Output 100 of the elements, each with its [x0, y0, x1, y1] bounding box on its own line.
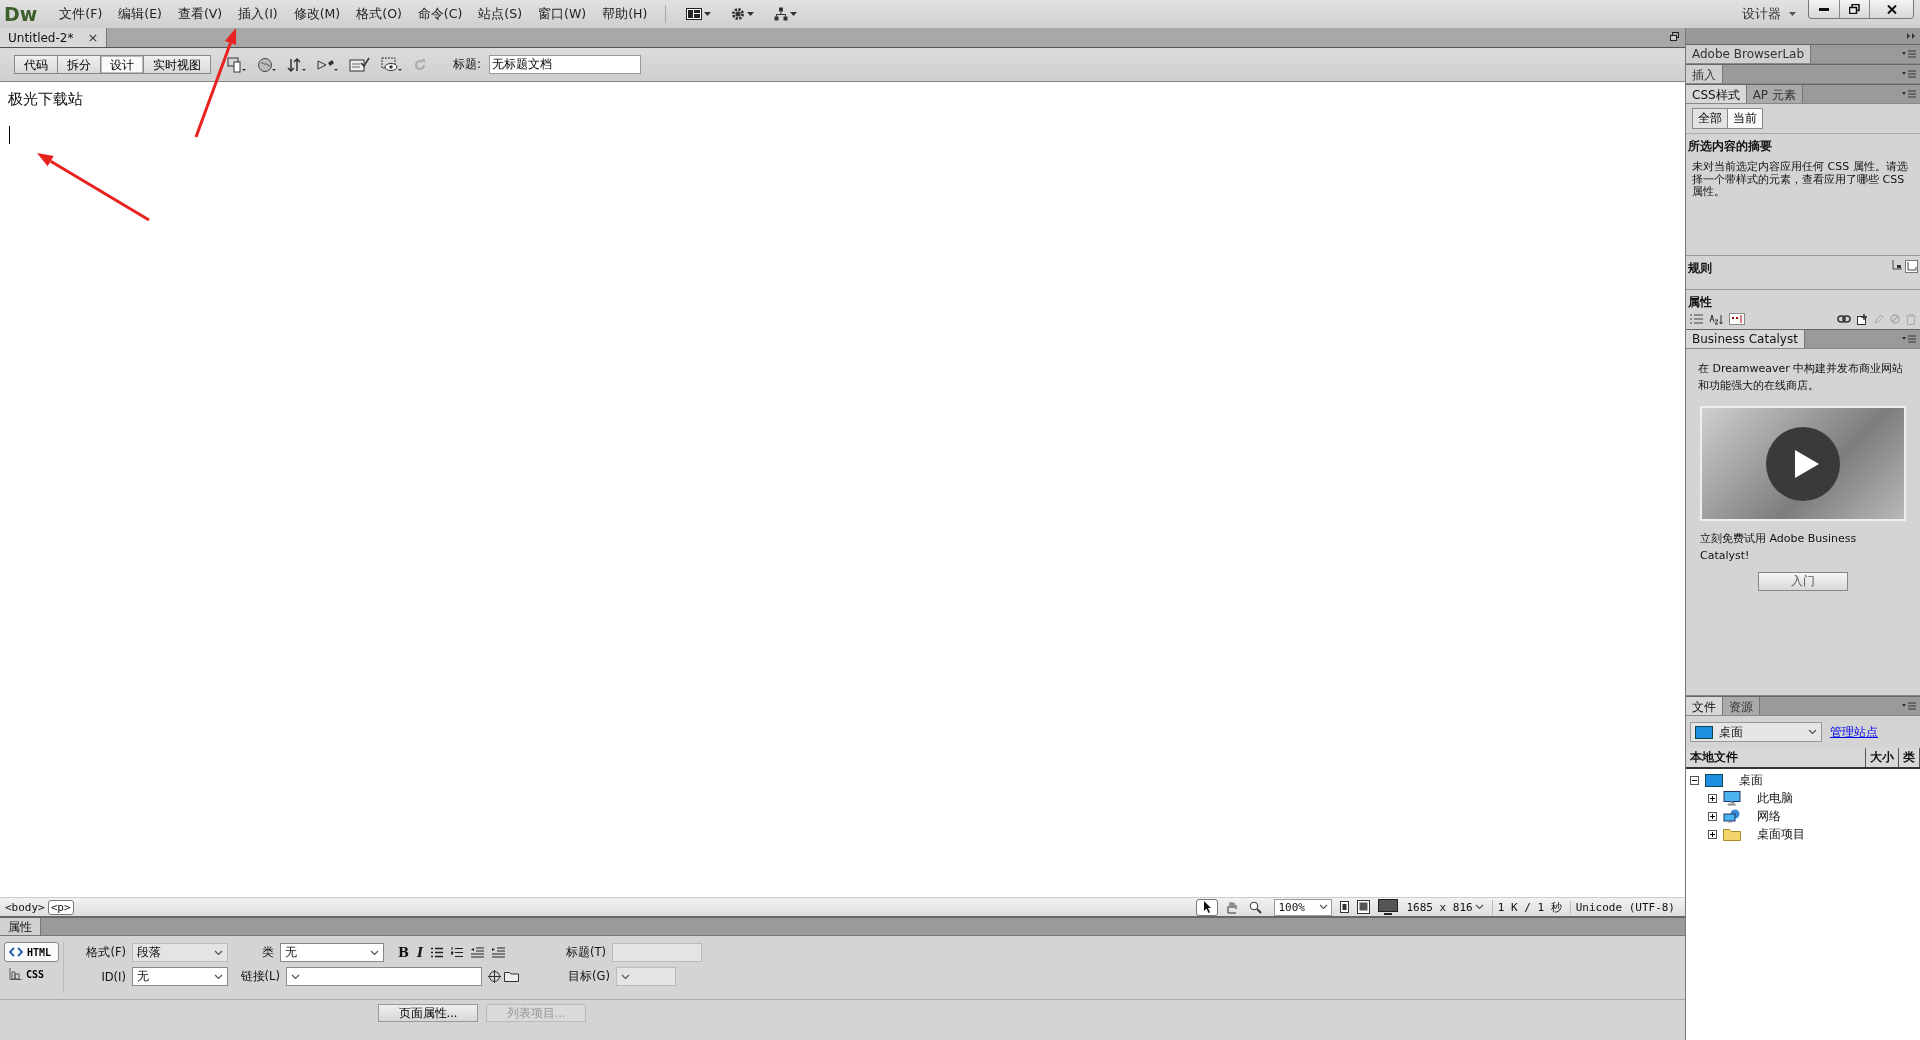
view-tab[interactable]: 实时视图 — [144, 55, 211, 74]
crosshair-icon[interactable] — [488, 970, 501, 983]
html-mode-button[interactable]: HTML — [4, 942, 59, 962]
panel-tab[interactable]: AP 元素 — [1746, 85, 1803, 103]
menu-item[interactable]: 窗口(W) — [530, 2, 595, 26]
class-dropdown[interactable]: 无 — [280, 943, 384, 962]
rules-heading: 规则 — [1688, 260, 1712, 277]
expand-icon[interactable] — [1708, 829, 1717, 839]
workspace-switcher[interactable]: 设计器 — [1742, 5, 1796, 23]
view-tab[interactable]: 设计 — [101, 55, 144, 74]
panel-menu-icon[interactable] — [1902, 702, 1916, 710]
css-mode-toggle[interactable]: 全部 — [1692, 108, 1728, 129]
outdent-icon[interactable] — [471, 947, 485, 958]
panel-tab[interactable]: 插入 — [1686, 65, 1723, 83]
manage-sites-link[interactable]: 管理站点 — [1830, 723, 1878, 741]
chevron-down-icon — [370, 949, 379, 956]
numbered-list-icon[interactable] — [451, 947, 464, 958]
indent-icon[interactable] — [492, 947, 506, 958]
window-size-dropdown[interactable]: 1685 x 816 — [1406, 900, 1484, 914]
menu-item[interactable]: 修改(M) — [285, 2, 349, 26]
format-label: 格式(F) — [85, 945, 126, 960]
visual-aids-icon[interactable] — [381, 56, 403, 73]
link-label: 链接(L) — [239, 969, 280, 984]
tag-selector-item[interactable]: <body> — [2, 899, 48, 915]
layout-menu-icon[interactable] — [686, 8, 712, 20]
collapse-panels-icon[interactable] — [1907, 33, 1916, 39]
menu-item[interactable]: 插入(I) — [230, 2, 286, 26]
multiscreen-icon[interactable] — [227, 56, 247, 73]
bulleted-list-icon[interactable] — [431, 947, 444, 958]
menu-item[interactable]: 站点(S) — [470, 2, 531, 26]
caret-icon — [1789, 12, 1796, 16]
tree-item[interactable]: 此电脑 — [1757, 789, 1793, 807]
menu-item[interactable]: 命令(C) — [409, 2, 471, 26]
transfer-icon[interactable] — [287, 56, 307, 73]
location-dropdown[interactable]: 桌面 — [1690, 722, 1822, 742]
restore-icon[interactable] — [1670, 32, 1679, 41]
panel-menu-icon[interactable] — [1902, 90, 1916, 98]
pointer-tool-button[interactable] — [1196, 898, 1219, 916]
tree-item[interactable]: 网络 — [1757, 807, 1781, 825]
menu-item[interactable]: 文件(F) — [51, 2, 111, 26]
globe-icon[interactable] — [257, 56, 277, 73]
link-dropdown[interactable] — [286, 967, 482, 986]
title-input[interactable]: 无标题文档 — [489, 55, 642, 74]
set-properties-icon[interactable] — [1729, 313, 1745, 325]
link-icon[interactable] — [1837, 315, 1851, 323]
settings-icon[interactable] — [731, 7, 755, 21]
italic-button[interactable]: I — [417, 945, 424, 960]
collapse-icon[interactable] — [1690, 775, 1699, 785]
desktop-icon — [1705, 773, 1723, 787]
sort-az-icon[interactable] — [1709, 313, 1723, 325]
validate-icon[interactable] — [349, 56, 371, 73]
css-mode-button[interactable]: CSS — [4, 964, 59, 984]
catalyst-promo: 立刻免费试用 Adobe Business Catalyst! — [1699, 531, 1858, 564]
expand-icon[interactable] — [1708, 811, 1717, 821]
panel-menu-icon[interactable] — [1902, 70, 1916, 78]
tab-close-button[interactable]: × — [87, 30, 99, 45]
monitor-icon — [1723, 790, 1741, 806]
summary-text: 未对当前选定内容应用任何 CSS 属性。请选择一个带样式的元素，查看应用了哪些 CSS 属性。 — [1691, 159, 1909, 201]
get-started-button[interactable]: 入门 — [1758, 572, 1848, 591]
panel-tab[interactable]: Business Catalyst — [1686, 330, 1805, 348]
menu-item[interactable]: 格式(O) — [348, 2, 410, 26]
panel-tab[interactable]: Adobe BrowserLab — [1686, 45, 1812, 63]
tablet-size-icon[interactable] — [1357, 900, 1371, 914]
panel-tab[interactable]: CSS样式 — [1686, 85, 1747, 103]
css-mode-toggle[interactable]: 当前 — [1728, 108, 1763, 129]
id-dropdown[interactable]: 无 — [132, 967, 228, 986]
minimize-button[interactable] — [1809, 0, 1839, 18]
format-dropdown[interactable]: 段落 — [132, 943, 228, 962]
restore-button[interactable] — [1839, 0, 1869, 18]
bold-button[interactable]: B — [398, 945, 409, 960]
panel-menu-icon[interactable] — [1902, 50, 1916, 58]
tag-selector-item[interactable]: <p> — [47, 899, 74, 915]
menu-item[interactable]: 帮助(H) — [594, 2, 656, 26]
menu-item[interactable]: 查看(V) — [169, 2, 231, 26]
rule-view-icon[interactable] — [1905, 260, 1918, 273]
close-button[interactable] — [1869, 0, 1913, 18]
view-tab[interactable]: 拆分 — [58, 55, 101, 74]
folder-icon[interactable] — [504, 970, 519, 982]
expand-icon[interactable] — [1708, 793, 1717, 803]
mobile-size-icon[interactable] — [1340, 901, 1350, 913]
zoom-dropdown[interactable]: 100% — [1274, 898, 1333, 916]
cascade-view-icon[interactable] — [1892, 260, 1902, 270]
column-header[interactable]: 大小 — [1866, 748, 1899, 767]
properties-heading: 属性 — [1688, 294, 1713, 311]
view-tab[interactable]: 代码 — [14, 55, 58, 74]
tree-item[interactable]: 桌面项目 — [1757, 825, 1805, 843]
panel-tab[interactable]: 资源 — [1723, 697, 1760, 715]
panel-tab[interactable]: 文件 — [1686, 697, 1723, 715]
video-thumbnail[interactable] — [1700, 406, 1906, 521]
column-header[interactable]: 本地文件 — [1686, 748, 1866, 767]
encoding-label: Unicode (UTF-8) — [1569, 900, 1675, 914]
panel-menu-icon[interactable] — [1902, 335, 1916, 343]
document-tab[interactable]: Untitled-2* × — [0, 28, 108, 47]
tree-item[interactable]: 桌面 — [1739, 771, 1763, 789]
page-properties-button[interactable]: 页面属性... — [378, 1004, 478, 1022]
menu-item[interactable]: 编辑(E) — [110, 2, 170, 26]
site-map-icon[interactable] — [774, 7, 798, 21]
column-header[interactable]: 类 — [1899, 748, 1920, 767]
desktop-size-icon[interactable] — [1378, 899, 1399, 915]
properties-tab[interactable]: 属性 — [0, 918, 41, 935]
